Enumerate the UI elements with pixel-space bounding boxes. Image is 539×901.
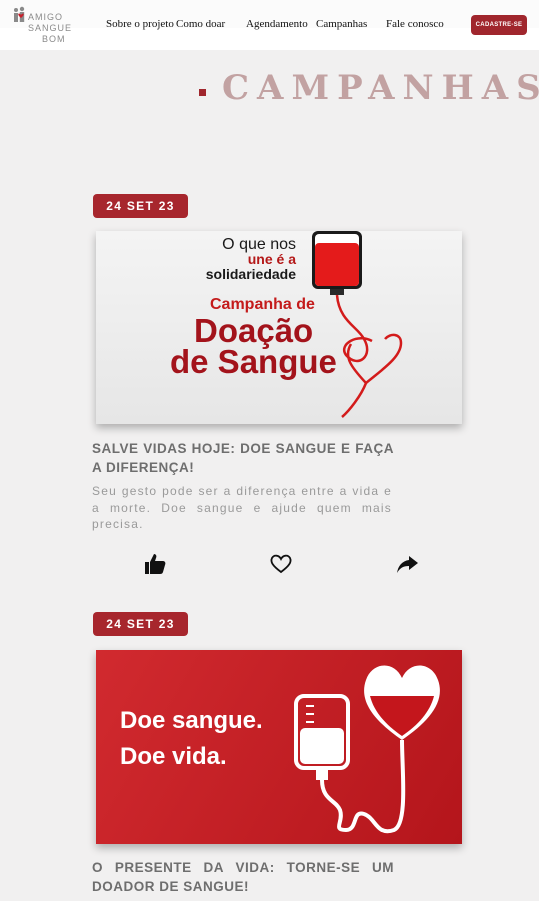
- post-excerpt: Seu gesto pode ser a diferença entre a v…: [92, 484, 392, 531]
- logo-text-line2: SANGUE: [28, 23, 73, 33]
- donate-illustration: Doe sangue. Doe vida.: [120, 665, 440, 834]
- logo-text-line3: BOM: [42, 34, 66, 44]
- nav-sobre-o-projeto[interactable]: Sobre o projeto: [106, 18, 174, 30]
- post-image-doacao-de-sangue[interactable]: O que nos une é a solidariedade Campanha…: [96, 231, 462, 424]
- image-headline-2: de Sangue: [170, 343, 337, 380]
- image-text-line3: solidariedade: [206, 266, 296, 282]
- section-title-marker: [199, 89, 206, 96]
- site-logo[interactable]: AMIGO SANGUE BOM: [12, 4, 74, 48]
- post-image-doe-sangue[interactable]: Doe sangue. Doe vida.: [96, 650, 462, 844]
- image-campaign-label: Campanha de: [210, 296, 315, 313]
- site-header: AMIGO SANGUE BOM Sobre o projeto Como do…: [0, 0, 539, 50]
- like-icon[interactable]: [143, 552, 167, 576]
- nav-fale-conosco[interactable]: Fale conosco: [386, 18, 444, 30]
- image-text-line2: Doe vida.: [120, 743, 227, 770]
- post-title[interactable]: SALVE VIDAS HOJE: DOE SANGUE E FAÇA A DI…: [92, 439, 394, 477]
- post-title[interactable]: O PRESENTE DA VIDA: TORNE-SE UM DOADOR D…: [92, 858, 394, 896]
- heart-icon[interactable]: [269, 552, 293, 576]
- post-date-badge: 24 SET 23: [93, 612, 188, 636]
- nav-campanhas[interactable]: Campanhas: [316, 18, 367, 30]
- image-text-line1: Doe sangue.: [120, 707, 263, 734]
- post-date-badge: 24 SET 23: [93, 194, 188, 218]
- share-icon[interactable]: [395, 552, 419, 576]
- image-text-line2: une é a: [248, 251, 296, 267]
- campaign-illustration: O que nos une é a solidariedade Campanha…: [170, 231, 403, 418]
- nav-como-doar[interactable]: Como doar: [176, 18, 225, 30]
- logo-text-line1: AMIGO: [28, 12, 64, 22]
- section-title: CAMPANHAS: [222, 68, 539, 108]
- nav-agendamento[interactable]: Agendamento: [246, 18, 308, 30]
- register-button[interactable]: CADASTRE-SE: [471, 15, 527, 35]
